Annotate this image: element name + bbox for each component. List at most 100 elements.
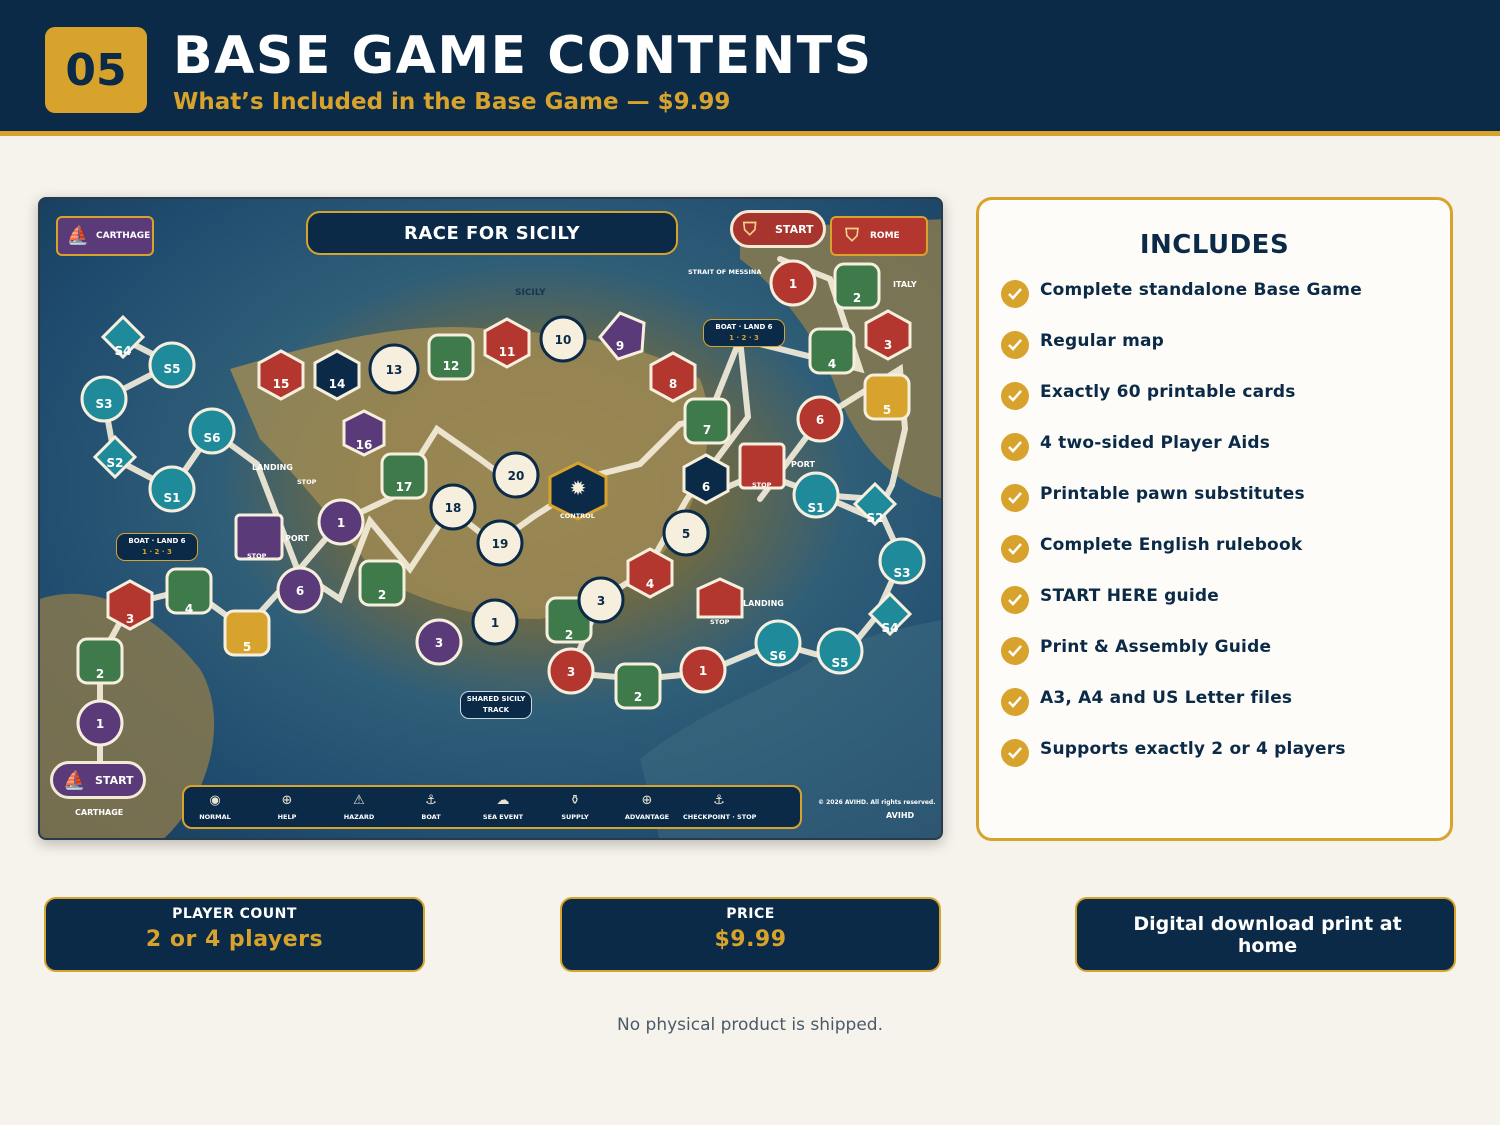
check-icon [1001,688,1029,716]
stop-label-1: STOP [297,478,317,486]
footnote: No physical product is shipped. [617,1015,883,1035]
control-label: CONTROL [560,512,595,520]
svg-text:3: 3 [597,594,605,608]
svg-text:8: 8 [669,377,677,391]
landing-label-right: LANDING [743,599,784,608]
legend-advantage: ⊕ ADVANTAGE [611,793,683,821]
legend-supply: ⚱ SUPPLY [539,793,611,821]
rome-tag: ⛉ ROME [830,216,928,256]
sea-event-icon: ☁ [496,793,510,808]
svg-text:9: 9 [616,339,624,353]
svg-text:S3: S3 [96,397,113,411]
svg-text:12: 12 [443,359,460,373]
svg-text:3: 3 [567,665,575,679]
shield-icon: ⛉ [743,219,757,240]
svg-text:2: 2 [634,690,642,704]
port-label-left: PORT [285,534,309,543]
svg-text:2: 2 [96,667,104,681]
page-subtitle: What’s Included in the Base Game — $9.99 [173,89,731,115]
board-track-svg: 123 456 123 132 213 456 789 101112 13141… [40,219,941,838]
check-icon [1001,535,1029,563]
shared-track-callout: SHARED SICILY TRACK [460,691,532,719]
list-item: Supports exactly 2 or 4 players [1001,737,1441,767]
svg-text:10: 10 [555,333,572,347]
svg-text:S3: S3 [894,566,911,580]
svg-text:1: 1 [491,616,499,630]
svg-text:17: 17 [396,480,413,494]
svg-text:19: 19 [492,537,509,551]
list-item: Printable pawn substitutes [1001,482,1441,512]
game-board-image: 123 456 123 132 213 456 789 10 11 12 13 14 1… [38,197,943,840]
hazard-icon: ⚠ [353,793,365,808]
anchor-icon: ⚓ [713,793,725,808]
check-icon [1001,280,1029,308]
shield-icon: ⛉ [845,225,859,246]
ship-icon: ⛵ [63,770,86,791]
sicily-label: SICILY [515,288,546,298]
svg-text:1: 1 [699,664,707,678]
price-value: $9.99 [714,927,787,952]
carthage-label: CARTHAGE [75,808,124,817]
svg-text:14: 14 [329,377,346,391]
svg-text:7: 7 [703,423,711,437]
section-number-badge: 05 [45,27,147,113]
brand-label: AVIHD [886,811,915,820]
list-item: Exactly 60 printable cards [1001,380,1441,410]
svg-text:3: 3 [126,612,134,626]
check-icon [1001,331,1029,359]
legend-sea-event: ☁ SEA EVENT [467,793,539,821]
svg-text:6: 6 [816,413,824,427]
svg-text:15: 15 [273,377,290,391]
list-item: Print & Assembly Guide [1001,635,1441,665]
supply-icon: ⚱ [569,793,581,808]
svg-text:2: 2 [378,588,386,602]
check-icon [1001,739,1029,767]
svg-text:S2: S2 [867,511,884,525]
boat-land-callout-right: BOAT · LAND 6 1 · 2 · 3 [703,319,785,347]
copyright-text: © 2026 AVIHD. All rights reserved. [818,799,936,806]
player-count-label: PLAYER COUNT [172,906,297,922]
svg-text:2: 2 [853,291,861,305]
svg-text:S2: S2 [107,456,124,470]
boat-icon: ⚓ [425,793,437,808]
check-icon [1001,586,1029,614]
legend-checkpoint: ⚓ CHECKPOINT · STOP [683,793,757,821]
download-text: Digital download print at home [1133,913,1402,957]
svg-text:✹: ✹ [570,476,587,500]
svg-text:5: 5 [682,527,690,541]
normal-icon: ◉ [209,793,221,808]
carthage-tag: ⛵ CARTHAGE [56,216,154,256]
rome-start-space: ⛉ START [730,210,826,248]
check-icon [1001,637,1029,665]
list-item: Complete English rulebook [1001,533,1441,563]
svg-text:13: 13 [386,363,403,377]
svg-text:S6: S6 [770,649,787,663]
port-label-right: PORT [791,460,815,469]
svg-text:1: 1 [96,717,104,731]
check-icon [1001,382,1029,410]
includes-title: INCLUDES [1139,230,1290,260]
svg-text:2: 2 [565,628,573,642]
svg-text:6: 6 [296,584,304,598]
svg-text:1: 1 [337,516,345,530]
boat-land-callout-left: BOAT · LAND 6 1 · 2 · 3 [116,533,198,561]
landing-label-left: LANDING [252,463,293,472]
svg-text:18: 18 [445,501,462,515]
svg-text:S5: S5 [164,362,181,376]
list-item: START HERE guide [1001,584,1441,614]
legend-boat: ⚓ BOAT [395,793,467,821]
svg-text:3: 3 [435,636,443,650]
list-item: Complete standalone Base Game [1001,278,1441,308]
svg-text:4: 4 [828,357,836,371]
svg-text:4: 4 [185,602,193,616]
legend-normal: ◉ NORMAL [179,793,251,821]
svg-text:S4: S4 [882,621,899,635]
svg-text:3: 3 [884,338,892,352]
svg-text:6: 6 [702,480,710,494]
svg-text:5: 5 [243,640,251,654]
svg-text:5: 5 [883,403,891,417]
italy-label: ITALY [893,280,917,289]
legend-help: ⊕ HELP [251,793,323,821]
svg-text:11: 11 [499,345,516,359]
ship-icon: ⛵ [66,225,90,246]
